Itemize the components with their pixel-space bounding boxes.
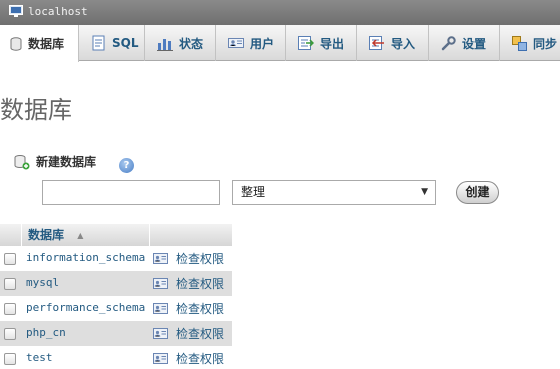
add-database-icon: [14, 154, 30, 169]
row-checkbox[interactable]: [4, 352, 16, 365]
page-title: 数据库: [0, 96, 72, 124]
tab-label: 用户: [250, 36, 275, 51]
table-row: performance_schema 检查权限: [0, 296, 232, 321]
server-host[interactable]: localhost: [28, 5, 88, 18]
database-table: 数据库 ▲ information_schema 检查权限 mysql 检查权限…: [0, 223, 232, 369]
column-header-database[interactable]: 数据库 ▲: [22, 224, 150, 246]
sort-ascending-icon[interactable]: ▲: [77, 224, 83, 247]
database-name-link[interactable]: information_schema: [26, 251, 145, 264]
users-icon: [228, 38, 244, 48]
privileges-icon: [153, 303, 168, 314]
tab-databases[interactable]: 数据库: [0, 25, 79, 62]
tab-label: 同步: [533, 36, 558, 51]
tab-import[interactable]: 导入: [357, 25, 429, 61]
privileges-icon: [153, 328, 168, 339]
tab-label: SQL: [112, 36, 139, 50]
database-name-input[interactable]: [42, 180, 220, 205]
row-checkbox[interactable]: [4, 302, 16, 315]
database-name-link[interactable]: mysql: [26, 276, 59, 289]
tab-sync[interactable]: 同步: [500, 25, 560, 61]
tab-sql[interactable]: SQL: [79, 25, 145, 61]
sql-document-icon: [92, 35, 105, 51]
import-icon: [369, 36, 384, 50]
table-row: php_cn 检查权限: [0, 321, 232, 346]
database-name-link[interactable]: php_cn: [26, 326, 66, 339]
export-icon: [298, 36, 314, 50]
table-header: 数据库 ▲: [0, 223, 232, 246]
table-row: information_schema 检查权限: [0, 246, 232, 271]
tab-label: 导出: [320, 36, 345, 51]
header-checkbox-cell: [0, 224, 22, 246]
database-name-link[interactable]: test: [26, 351, 53, 364]
privileges-icon: [153, 353, 168, 364]
collation-select[interactable]: 整理 ▼: [232, 180, 436, 205]
row-checkbox[interactable]: [4, 277, 16, 290]
tab-label: 设置: [462, 36, 487, 51]
check-privileges-link[interactable]: 检查权限: [176, 300, 224, 317]
privileges-icon: [153, 253, 168, 264]
database-icon: [10, 36, 22, 51]
collation-selected: 整理: [241, 185, 266, 199]
help-icon[interactable]: ?: [119, 158, 134, 173]
main-tabs: 数据库 SQL 状态 用户 导出 导入 设置 同步: [0, 25, 560, 62]
server-icon: [9, 5, 23, 17]
check-privileges-link[interactable]: 检查权限: [176, 350, 224, 367]
tab-export[interactable]: 导出: [286, 25, 357, 61]
row-checkbox[interactable]: [4, 252, 16, 265]
window-titlebar: localhost: [0, 0, 560, 25]
create-database-label: 新建数据库: [36, 155, 97, 169]
column-header-label: 数据库: [28, 228, 65, 242]
tab-label: 数据库: [28, 37, 65, 51]
check-privileges-link[interactable]: 检查权限: [176, 275, 224, 292]
tab-users[interactable]: 用户: [216, 25, 286, 61]
tab-label: 状态: [179, 36, 204, 51]
tab-settings[interactable]: 设置: [429, 25, 500, 61]
privileges-icon: [153, 278, 168, 289]
dropdown-arrow-icon: ▼: [421, 187, 428, 197]
check-privileges-link[interactable]: 检查权限: [176, 250, 224, 267]
status-chart-icon: [157, 38, 173, 51]
create-database-heading: 新建数据库: [14, 153, 96, 170]
sync-icon: [512, 35, 527, 51]
wrench-icon: [441, 35, 456, 50]
check-privileges-link[interactable]: 检查权限: [176, 325, 224, 342]
tab-label: 导入: [391, 36, 416, 51]
table-row: mysql 检查权限: [0, 271, 232, 296]
database-name-link[interactable]: performance_schema: [26, 301, 145, 314]
tab-status[interactable]: 状态: [145, 25, 216, 61]
create-button[interactable]: 创建: [456, 181, 499, 204]
table-row: test 检查权限: [0, 346, 232, 369]
row-checkbox[interactable]: [4, 327, 16, 340]
